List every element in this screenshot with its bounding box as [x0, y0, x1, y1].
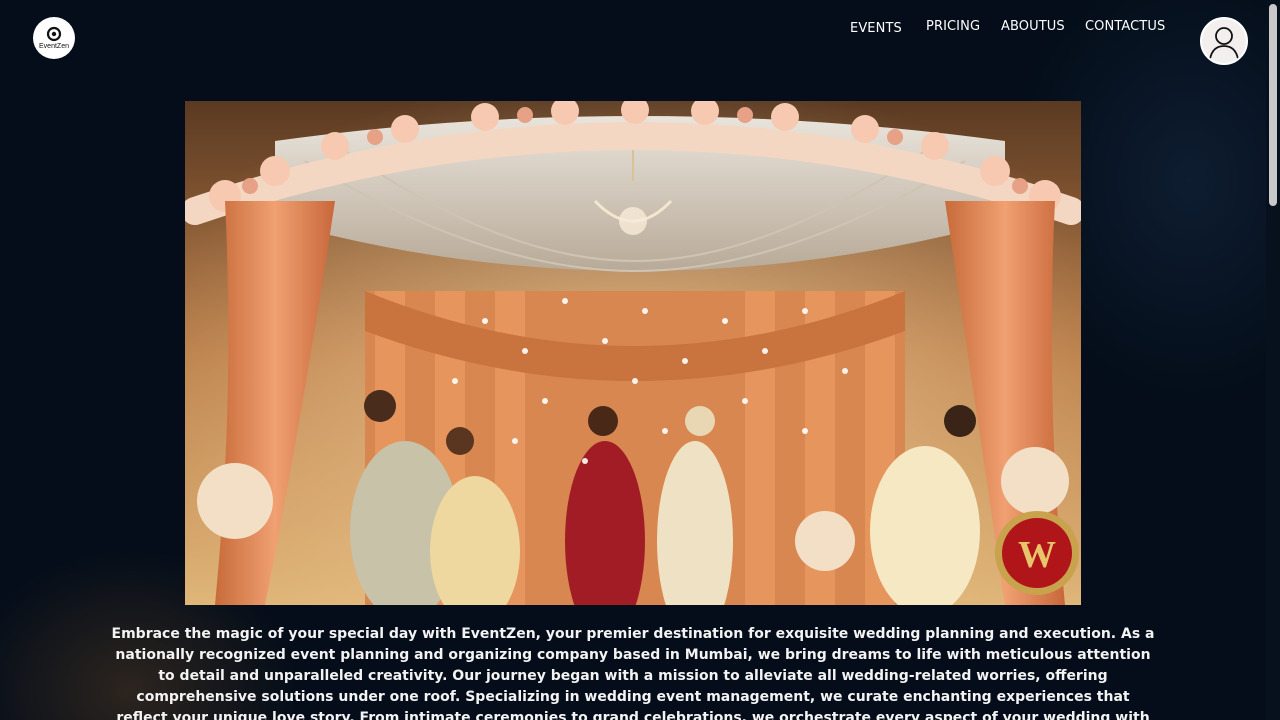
nav-contactus[interactable]: CONTACTUS [1085, 19, 1165, 34]
nav-events[interactable]: EVENTS [850, 21, 902, 36]
w-badge-icon: W [995, 511, 1079, 595]
profile-avatar-button[interactable] [1200, 17, 1248, 65]
nav-aboutus[interactable]: ABOUTUS [1001, 19, 1065, 34]
intro-paragraph: Embrace the magic of your special day wi… [111, 626, 1155, 720]
page-scrollbar[interactable] [1266, 0, 1280, 720]
eventzen-logo[interactable]: EventZen [33, 17, 75, 59]
nav-pricing[interactable]: PRICING [926, 19, 980, 34]
logo-text: EventZen [39, 43, 69, 50]
logo-mark-icon [46, 26, 62, 42]
hero-image: W [185, 101, 1081, 605]
page: EventZen EVENTS PRICING ABOUTUS CONTACTU… [0, 0, 1280, 720]
scrollbar-thumb[interactable] [1269, 4, 1277, 206]
badge-letter: W [1018, 534, 1056, 576]
wedding-scene-illustration: W [185, 101, 1081, 605]
user-profile-icon [1209, 27, 1239, 60]
